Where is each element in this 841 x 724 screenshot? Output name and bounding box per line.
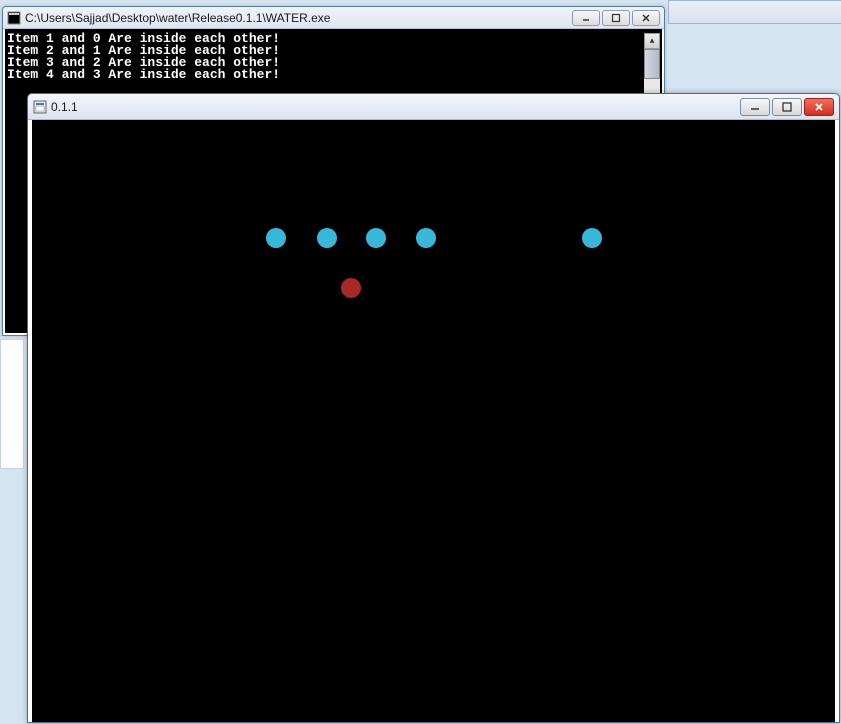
game-titlebar[interactable]: 0.1.1 xyxy=(28,94,839,120)
maximize-button[interactable] xyxy=(602,10,630,26)
scroll-thumb[interactable] xyxy=(644,49,660,79)
console-app-icon xyxy=(7,11,21,25)
close-button[interactable] xyxy=(804,98,834,116)
cyan-dot xyxy=(582,228,602,248)
scroll-up-button[interactable]: ▲ xyxy=(644,33,660,49)
maximize-icon xyxy=(611,13,621,23)
cyan-dot xyxy=(266,228,286,248)
game-title: 0.1.1 xyxy=(51,100,740,114)
close-button[interactable] xyxy=(632,10,660,26)
cyan-dot xyxy=(366,228,386,248)
maximize-icon xyxy=(781,101,793,113)
cyan-dot xyxy=(317,228,337,248)
game-canvas[interactable] xyxy=(32,120,835,722)
background-window-fragment xyxy=(668,0,841,24)
console-titlebar[interactable]: C:\Users\Sajjad\Desktop\water\Release0.1… xyxy=(3,7,664,29)
red-dot xyxy=(341,278,361,298)
left-side-panel xyxy=(0,339,24,469)
game-window: 0.1.1 xyxy=(27,93,840,723)
close-icon xyxy=(813,101,825,113)
minimize-button[interactable] xyxy=(572,10,600,26)
minimize-icon xyxy=(581,13,591,23)
minimize-icon xyxy=(749,101,761,113)
game-window-controls xyxy=(740,98,834,116)
cyan-dot xyxy=(416,228,436,248)
minimize-button[interactable] xyxy=(740,98,770,116)
game-app-icon xyxy=(33,100,47,114)
console-title: C:\Users\Sajjad\Desktop\water\Release0.1… xyxy=(25,11,572,25)
maximize-button[interactable] xyxy=(772,98,802,116)
console-window-controls xyxy=(572,10,660,26)
close-icon xyxy=(641,13,651,23)
